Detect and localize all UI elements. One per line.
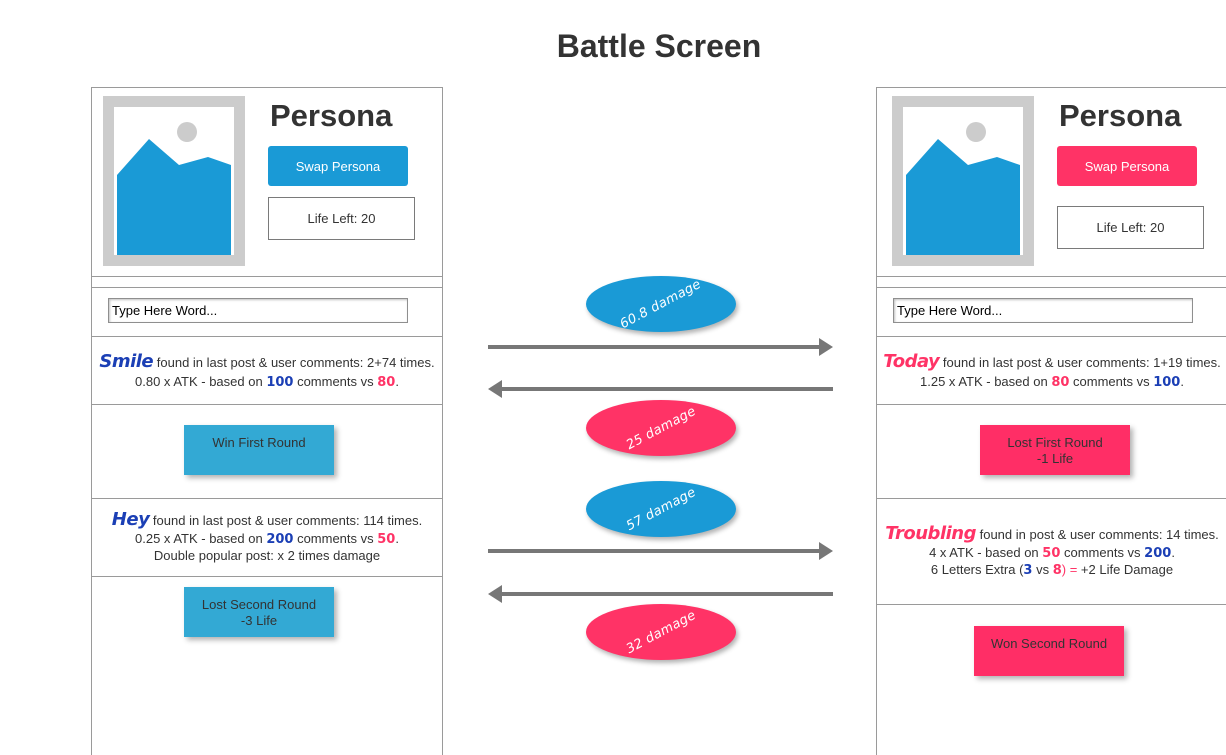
divider [92,276,442,277]
image-placeholder-icon [103,96,245,266]
word-input[interactable] [893,298,1193,323]
matched-word: Troubling [885,523,976,544]
swap-persona-button[interactable]: Swap Persona [1057,146,1197,186]
arrow-right-icon [488,338,833,356]
arrow-left-icon [488,380,833,398]
left-persona-panel: Persona Swap Persona Life Left: 20 Smile… [91,87,443,755]
arrow-right-icon [488,542,833,560]
divider [877,404,1226,405]
matched-word: Smile [99,351,154,372]
divider [877,336,1226,337]
damage-bubble: 60.8 damage [586,276,736,332]
matched-word: Today [883,351,940,372]
divider [877,604,1226,605]
matched-word: Hey [111,509,150,530]
divider [92,404,442,405]
divider [92,576,442,577]
divider [92,287,442,288]
arrow-left-icon [488,585,833,603]
divider [877,498,1226,499]
round2-info: Troubling found in post & user comments:… [885,523,1219,579]
round1-result: Lost First Round -1 Life [980,425,1130,475]
word-input[interactable] [108,298,408,323]
life-left-box: Life Left: 20 [268,197,415,240]
life-left-box: Life Left: 20 [1057,206,1204,249]
round1-info: Today found in last post & user comments… [883,351,1221,391]
round2-result: Won Second Round [974,626,1124,676]
swap-persona-button[interactable]: Swap Persona [268,146,408,186]
persona-title: Persona [1059,98,1182,133]
round1-info: Smile found in last post & user comments… [99,351,435,391]
image-placeholder-icon [892,96,1034,266]
divider [877,287,1226,288]
divider [92,498,442,499]
divider [877,276,1226,277]
page-title: Battle Screen [556,28,762,64]
round2-result: Lost Second Round -3 Life [184,587,334,637]
persona-title: Persona [270,98,393,133]
divider [92,336,442,337]
round1-result: Win First Round [184,425,334,475]
round2-info: Hey found in last post & user comments: … [111,509,423,564]
damage-bubble: 25 damage [586,400,736,456]
right-persona-panel: Persona Swap Persona Life Left: 20 Today… [876,87,1226,755]
damage-bubble: 32 damage [586,604,736,660]
damage-bubble: 57 damage [586,481,736,537]
